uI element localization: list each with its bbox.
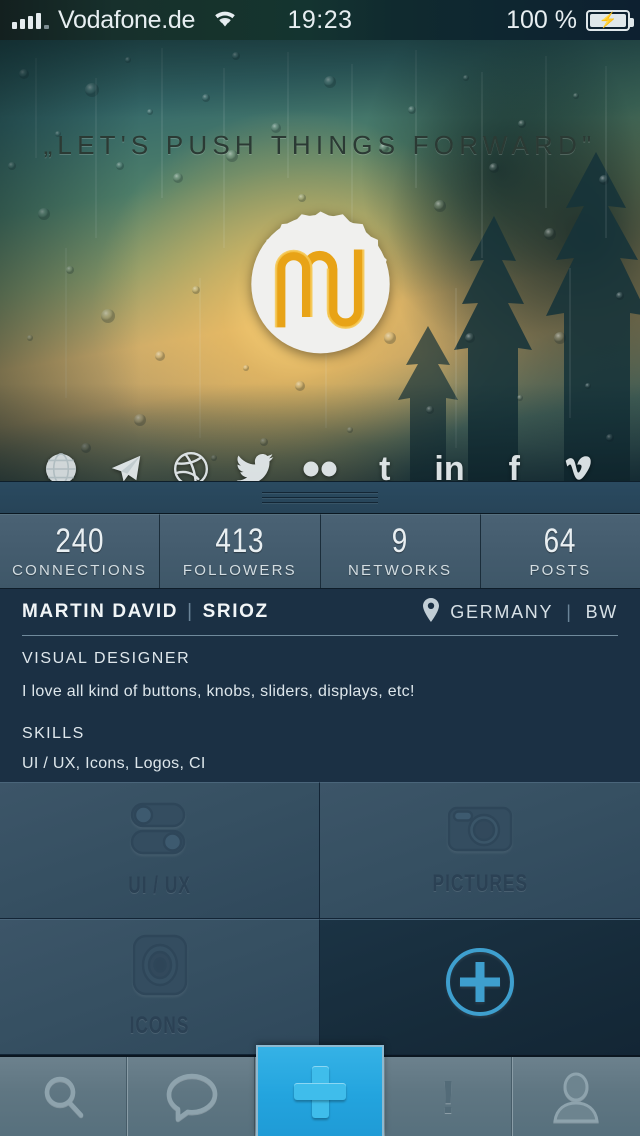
stat-value: 240 [55, 522, 105, 560]
status-right: 100 % ⚡ [506, 5, 634, 35]
toggle-switches-icon [128, 801, 192, 862]
location-pin-icon [422, 597, 440, 627]
tile-ui-ux[interactable]: UI / UX [0, 782, 320, 919]
profile-fullname: MARTIN DAVID [22, 601, 179, 622]
linkedin-icon[interactable]: in [429, 448, 471, 481]
skills-list: UI / UX, Icons, Logos, CI [22, 755, 206, 772]
speech-bubble-icon [165, 1072, 219, 1122]
plus-circle-icon [444, 946, 516, 1018]
stat-value: 64 [544, 522, 577, 560]
hero-banner: „LET'S PUSH THINGS FORWARD" t in f [0, 38, 640, 481]
add-button[interactable] [256, 1045, 384, 1136]
status-bar: Vodafone.de 19:23 100 % ⚡ [0, 0, 640, 40]
drag-handle[interactable] [0, 481, 640, 514]
location-region: BW [585, 601, 618, 622]
profile-location: GERMANY | BW [422, 597, 618, 627]
facebook-icon[interactable]: f [493, 448, 535, 481]
profile-bio: I love all kind of buttons, knobs, slide… [22, 683, 415, 700]
name-separator: | [187, 601, 194, 622]
camera-icon [446, 803, 514, 860]
battery-percent-label: 100 % [506, 5, 577, 34]
battery-charging-icon: ⚡ [586, 9, 634, 31]
profile-name: MARTIN DAVID | SRIOZ [22, 601, 269, 623]
location-country: GERMANY [450, 601, 554, 622]
skills-heading: SKILLS [22, 725, 85, 742]
vimeo-icon[interactable] [558, 448, 600, 481]
avatar[interactable] [234, 208, 407, 381]
tagline: „LET'S PUSH THINGS FORWARD" [43, 130, 597, 160]
plus-icon [292, 1064, 348, 1120]
tab-search[interactable] [0, 1057, 129, 1136]
search-icon [38, 1071, 90, 1123]
tab-messages[interactable] [128, 1057, 257, 1136]
stats-row: 240 CONNECTIONS 413 FOLLOWERS 9 NETWORKS… [0, 514, 640, 588]
logo-badge-icon [251, 211, 390, 354]
stat-label: CONNECTIONS [12, 562, 148, 579]
linkedin-glyph: in [434, 450, 465, 481]
target-rings-icon [131, 933, 189, 1002]
portfolio-grid: UI / UX PICTURES ICONS [0, 782, 640, 1055]
exclamation-icon: ! [440, 1070, 456, 1123]
facebook-glyph: f [508, 450, 520, 481]
twitter-icon[interactable] [234, 448, 276, 481]
stat-label: FOLLOWERS [182, 562, 297, 579]
tile-label: PICTURES [432, 869, 528, 897]
profile-header-row: MARTIN DAVID | SRIOZ GERMANY | BW [22, 589, 618, 635]
tab-notifications[interactable]: ! [384, 1057, 513, 1136]
tile-label: ICONS [129, 1012, 190, 1040]
tile-add-new[interactable] [320, 918, 640, 1055]
profile-role: VISUAL DESIGNER [22, 650, 191, 667]
dribbble-icon[interactable] [170, 448, 212, 481]
social-links: t in f [0, 443, 640, 481]
phone-screen: Vodafone.de 19:23 100 % ⚡ „LET'S PUSH TH… [0, 0, 640, 1136]
tumblr-icon[interactable]: t [364, 448, 406, 481]
tile-pictures[interactable]: PICTURES [320, 782, 640, 919]
stat-connections[interactable]: 240 CONNECTIONS [0, 514, 161, 588]
globe-icon[interactable] [40, 448, 82, 481]
stat-label: NETWORKS [347, 562, 453, 579]
tab-profile[interactable] [512, 1057, 640, 1136]
stat-followers[interactable]: 413 FOLLOWERS [160, 514, 321, 588]
stat-label: POSTS [529, 562, 592, 579]
tile-icons[interactable]: ICONS [0, 918, 320, 1055]
tile-label: UI / UX [128, 871, 191, 899]
divider [22, 635, 618, 636]
tumblr-glyph: t [379, 450, 391, 481]
location-separator: | [566, 601, 573, 622]
paper-plane-icon[interactable] [105, 448, 147, 481]
stat-value: 413 [215, 522, 265, 560]
drag-handle-lines [262, 488, 378, 507]
stat-value: 9 [391, 522, 409, 560]
flickr-icon[interactable] [299, 448, 341, 481]
profile-handle: SRIOZ [202, 601, 269, 622]
profile-info: MARTIN DAVID | SRIOZ GERMANY | BW VISUAL D… [0, 588, 640, 782]
stat-networks[interactable]: 9 NETWORKS [320, 514, 481, 588]
stat-posts[interactable]: 64 POSTS [480, 514, 640, 588]
person-icon [549, 1071, 603, 1123]
